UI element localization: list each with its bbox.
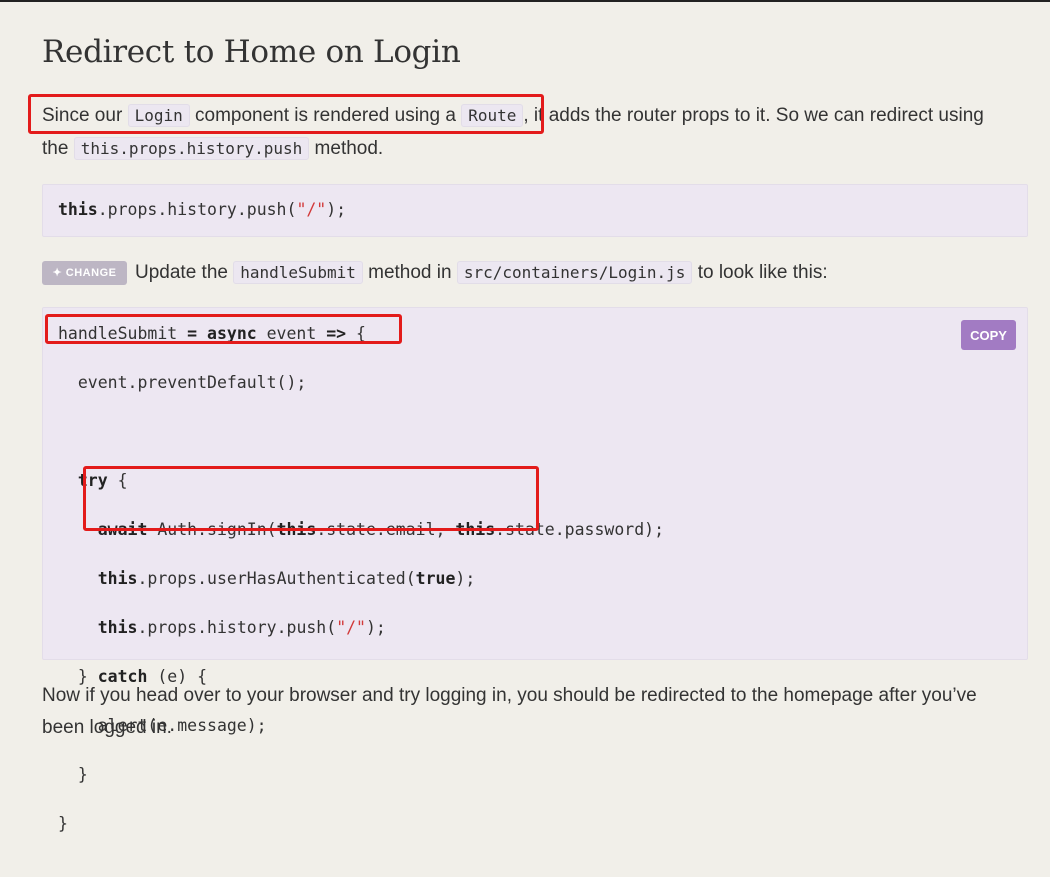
code-line: }	[58, 814, 68, 833]
change-instruction: Update the handleSubmit method in src/co…	[135, 261, 828, 284]
code-line: this.props.history.push("/");	[97, 618, 386, 637]
inline-code-history-push: this.props.history.push	[73, 137, 310, 160]
code-line: event.preventDefault();	[58, 373, 307, 392]
top-border	[0, 0, 1050, 2]
change-badge: ✦ CHANGE	[42, 261, 127, 285]
section-heading: Redirect to Home on Login	[42, 34, 461, 70]
code-line: this.props.userHasAuthenticated(true);	[97, 569, 476, 588]
inline-code-handlesubmit: handleSubmit	[233, 261, 363, 284]
inline-code-file-path: src/containers/Login.js	[456, 261, 693, 284]
code-line: this.props.history.push("/");	[58, 200, 347, 219]
copy-button[interactable]: COPY	[961, 320, 1016, 350]
code-block-redirect: this.props.history.push("/");	[42, 184, 1028, 237]
highlight-box-signature	[45, 314, 402, 344]
highlight-box-intro	[28, 94, 544, 134]
closing-paragraph: Now if you head over to your browser and…	[42, 685, 977, 738]
highlight-box-redirect-lines	[83, 466, 539, 531]
code-line: }	[58, 765, 88, 784]
